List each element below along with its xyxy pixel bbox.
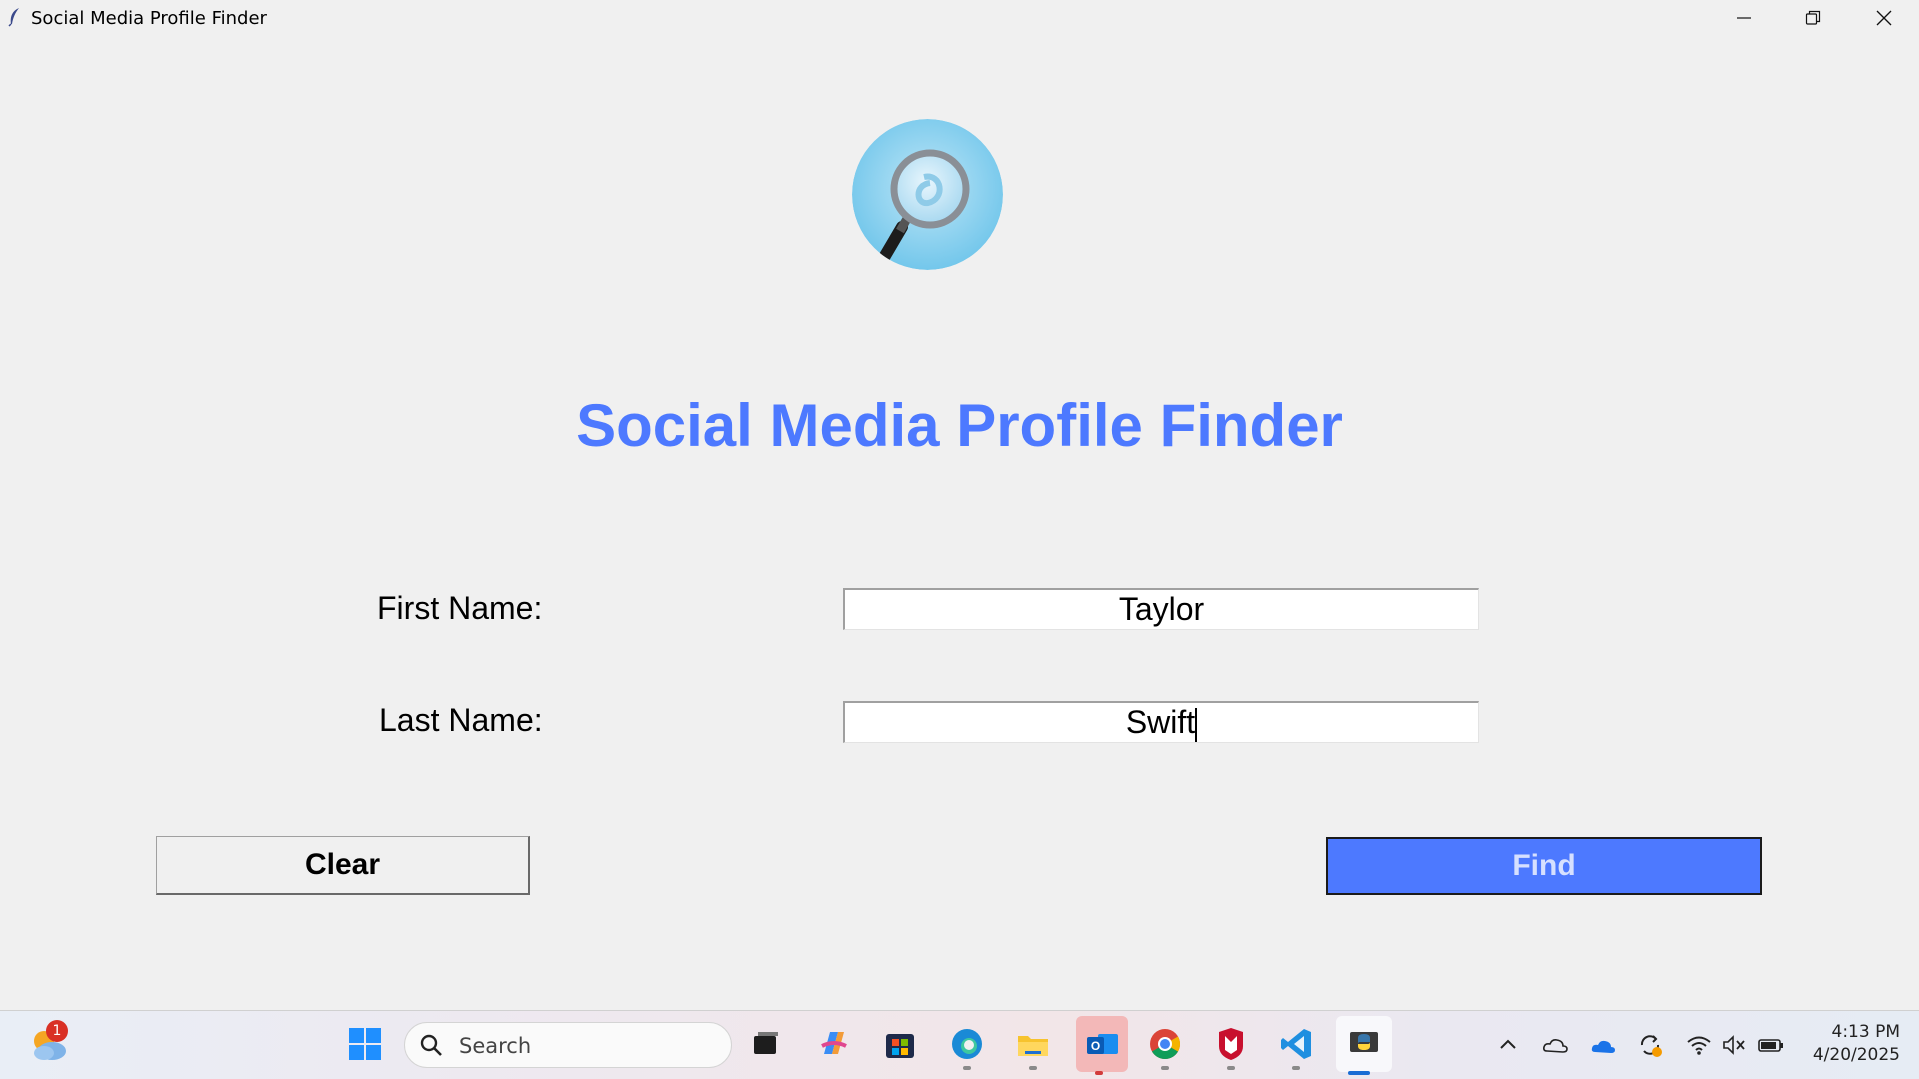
sync-icon[interactable] [1636, 1031, 1664, 1059]
python-icon [1350, 1032, 1378, 1052]
search-placeholder: Search [459, 1034, 532, 1058]
running-indicator [963, 1066, 971, 1070]
task-view-button[interactable] [743, 1021, 789, 1067]
store-button[interactable] [877, 1021, 923, 1067]
running-indicator [1161, 1066, 1169, 1070]
mcafee-icon [1219, 1028, 1243, 1060]
onedrive-blue-icon[interactable] [1589, 1031, 1617, 1059]
svg-text:O: O [1091, 1039, 1100, 1053]
restore-icon [1805, 10, 1821, 25]
feather-icon [8, 8, 19, 27]
taskbar-clock[interactable]: 4:13 PM 4/20/2025 [1800, 1021, 1900, 1067]
restore-button[interactable] [1778, 0, 1848, 35]
copilot-icon [821, 1032, 847, 1054]
first-name-field[interactable]: Taylor [843, 588, 1479, 630]
onedrive-cloud-icon[interactable] [1541, 1031, 1569, 1059]
running-indicator [1227, 1066, 1235, 1070]
running-indicator [1029, 1066, 1037, 1070]
wifi-icon[interactable] [1685, 1031, 1713, 1059]
store-icon [886, 1034, 914, 1058]
text-caret [1195, 707, 1198, 742]
window-title: Social Media Profile Finder [31, 8, 267, 29]
file-explorer-button[interactable] [1010, 1021, 1056, 1070]
mute-icon[interactable] [1720, 1031, 1748, 1059]
last-name-label: Last Name: [379, 702, 543, 738]
first-name-label: First Name: [377, 590, 543, 626]
edge-button[interactable] [944, 1021, 990, 1070]
app-window: Social Media Profile Finder First Name: … [0, 35, 1919, 1010]
task-view-icon [754, 1032, 778, 1054]
start-button[interactable] [342, 1021, 388, 1067]
mcafee-button[interactable] [1208, 1021, 1254, 1070]
close-icon [1876, 10, 1892, 25]
clock-date: 4/20/2025 [1812, 1045, 1900, 1065]
notification-badge: 1 [46, 1020, 68, 1042]
search-icon [420, 1034, 442, 1056]
active-indicator [1348, 1071, 1370, 1075]
vscode-button[interactable] [1273, 1021, 1319, 1070]
copilot-button[interactable] [811, 1021, 857, 1067]
vscode-icon [1281, 1029, 1311, 1059]
chrome-button[interactable] [1142, 1021, 1188, 1070]
running-indicator [1095, 1071, 1103, 1075]
outlook-icon: O [1087, 1034, 1118, 1054]
chevron-up-icon[interactable] [1494, 1031, 1522, 1059]
outlook-button[interactable]: O [1076, 1016, 1128, 1075]
magnifier-icon [852, 119, 1003, 270]
running-indicator [1292, 1066, 1300, 1070]
edge-icon [952, 1029, 982, 1059]
last-name-field[interactable]: Swift [843, 701, 1479, 743]
title-bar: Social Media Profile Finder [0, 0, 1919, 35]
minimize-icon [1737, 16, 1751, 19]
close-button[interactable] [1849, 0, 1919, 35]
start-icon [349, 1028, 381, 1060]
python-app-button[interactable] [1336, 1016, 1392, 1075]
chrome-icon [1150, 1029, 1181, 1060]
clear-button[interactable]: Clear [156, 836, 530, 895]
taskbar-search[interactable]: Search [404, 1022, 732, 1068]
file-explorer-icon [1018, 1036, 1048, 1056]
clock-time: 4:13 PM [1831, 1022, 1901, 1042]
minimize-button[interactable] [1709, 0, 1779, 35]
battery-icon[interactable] [1757, 1031, 1785, 1059]
find-button[interactable]: Find [1326, 837, 1762, 895]
page-title: Social Media Profile Finder [576, 392, 1343, 459]
